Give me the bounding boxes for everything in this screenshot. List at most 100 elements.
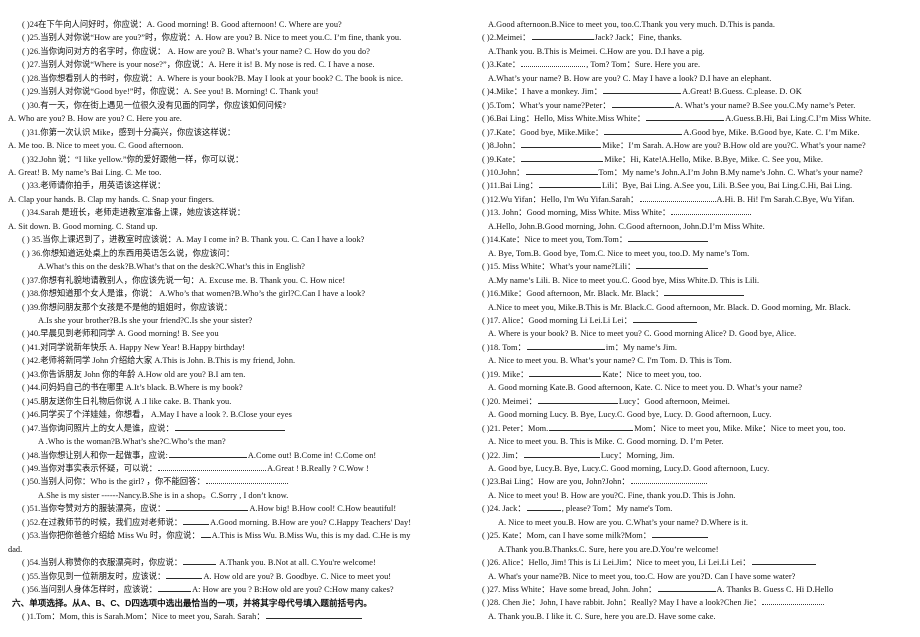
question-line[interactable]: ( )54.当别人称赞你的衣服漂亮时，你应说： A.Thank you. B.N… bbox=[8, 556, 460, 569]
question-line[interactable]: ( )49.当你对事实表示怀疑，可以说： A.Great ! B.Really ?… bbox=[8, 462, 460, 475]
question-line[interactable]: ( )39.你想问朋友那个女孩是不是他的姐姐时，你应该说： bbox=[8, 301, 460, 314]
question-line[interactable]: ( )21. Peter：Mom. Mom：Nice to meet you, M… bbox=[468, 422, 918, 435]
question-line[interactable]: ( )11.Bai Ling： Lili：Bye, Bai Ling. A.See… bbox=[468, 179, 918, 192]
question-line[interactable]: ( )24在下午向人问好时，你应说：A. Good morning! B. Go… bbox=[8, 18, 460, 31]
answer-blank[interactable] bbox=[549, 423, 634, 431]
question-line[interactable]: ( ) 35.当你上课迟到了，进教室时应该说：A. May I come in?… bbox=[8, 233, 460, 246]
question-line[interactable]: ( )38.你想知道那个女人是谁，你说： A.Who’s that women?… bbox=[8, 287, 460, 300]
question-line[interactable]: ( )27. Miss White：Have some bread, John.… bbox=[468, 583, 918, 596]
question-line[interactable]: ( )6.Bai Ling：Hello, Miss White.Miss Whi… bbox=[468, 112, 918, 125]
answer-blank[interactable] bbox=[604, 127, 683, 135]
question-line[interactable]: ( )42.老师将新同学 John 介绍给大家 A.This is John. … bbox=[8, 354, 460, 367]
answer-blank[interactable] bbox=[639, 195, 716, 202]
question-line[interactable]: ( )15. Miss White：What’s your name?Lili： bbox=[468, 260, 918, 273]
question-line[interactable]: ( )43.你告诉朋友 John 你的年龄 A.How old are you?… bbox=[8, 368, 460, 381]
answer-blank[interactable] bbox=[158, 464, 267, 471]
question-line[interactable]: ( )48.当你想让别人和你一起做事，应说: A.Come out! B.Come… bbox=[8, 449, 460, 462]
question-line[interactable]: ( )3.Kate： , Tom? Tom：Sure. Here you are. bbox=[468, 58, 918, 71]
question-line[interactable]: ( )10.John： Tom：My name’s John.A.I’m John… bbox=[468, 166, 918, 179]
answer-blank[interactable] bbox=[611, 101, 674, 108]
answer-blank[interactable] bbox=[652, 531, 709, 539]
answer-blank[interactable] bbox=[630, 477, 707, 485]
question-line[interactable]: ( )25.当别人对你说“How are you?”时，你应说：A. How a… bbox=[8, 31, 460, 44]
question-line[interactable]: ( )41.对同学说新年快乐 A. Happy New Year! B.Happ… bbox=[8, 341, 460, 354]
question-line[interactable]: ( )24. Jack： , please? Tom：My name's Tom. bbox=[468, 502, 918, 515]
answer-blank[interactable] bbox=[521, 60, 586, 68]
question-line[interactable]: ( ) 36.你想知道远处桌上的东西用英语怎么说，你应该问： bbox=[8, 247, 460, 260]
question-line[interactable]: ( )27.当别人对你说“Where is your nose?”，你应说：A.… bbox=[8, 58, 460, 71]
answer-blank[interactable] bbox=[168, 450, 247, 458]
answer-blank[interactable] bbox=[762, 598, 825, 606]
question-line[interactable]: ( )1.Tom：Mom, this is Sarah.Mom：Nice to … bbox=[8, 610, 460, 623]
answer-blank[interactable] bbox=[646, 114, 725, 122]
question-line[interactable]: ( )14.Kate：Nice to meet you, Tom.Tom： bbox=[468, 233, 918, 246]
question-line[interactable]: ( )4.Mike：I have a monkey. Jim： A.Great! … bbox=[468, 85, 918, 98]
answer-blank[interactable] bbox=[200, 531, 211, 539]
answer-blank[interactable] bbox=[521, 154, 604, 162]
question-line[interactable]: ( )17. Alice：Good morning Li Lei.Li Lei： bbox=[468, 314, 918, 327]
answer-blank[interactable] bbox=[526, 504, 561, 512]
answer-blank[interactable] bbox=[265, 612, 362, 620]
question-line[interactable]: ( )44.问妈妈自己的书在哪里 A.It’s black. B.Where i… bbox=[8, 381, 460, 394]
question-line[interactable]: ( )23.Bai Ling：How are you, John?John： bbox=[468, 475, 918, 488]
answer-blank[interactable] bbox=[523, 450, 600, 458]
question-line[interactable]: ( )19. Mike： Kate：Nice to meet you, too. bbox=[468, 368, 918, 381]
question-line[interactable]: ( )52.在过教师节的时候，我们应对老师说： A.Good morning. B… bbox=[8, 516, 460, 529]
answer-blank[interactable] bbox=[205, 477, 288, 485]
answer-blank[interactable] bbox=[183, 558, 217, 566]
question-line[interactable]: ( )30.有一天，你在街上遇见一位很久没有见面的同学，你应该如何问候? bbox=[8, 99, 460, 112]
question-line[interactable]: ( )7.Kate：Good bye, Mike.Mike： A.Good bye… bbox=[468, 126, 918, 139]
question-line[interactable]: ( )12.Wu Yifan：Hello, I'm Wu Yifan.Sarah… bbox=[468, 193, 918, 206]
question-line[interactable]: ( )20. Meimei： Lucy：Good afternoon, Meime… bbox=[468, 395, 918, 408]
question-line[interactable]: ( )26.当你询问对方的名字时，你应说： A. How are you? B.… bbox=[8, 45, 460, 58]
question-line[interactable]: ( )50.当别人问你：Who is the girl? ，你不能回答： bbox=[8, 475, 460, 488]
answer-blank[interactable] bbox=[636, 262, 709, 270]
answer-blank[interactable] bbox=[166, 571, 203, 579]
question-line[interactable]: ( )18. Tom： im：My name’s Jim. bbox=[468, 341, 918, 354]
answer-blank[interactable] bbox=[603, 87, 682, 95]
question-line[interactable]: ( )31.你第一次认识 Mike，感到十分高兴，你应该这样说： bbox=[8, 126, 460, 139]
answer-blank[interactable] bbox=[537, 396, 618, 404]
question-line[interactable]: ( )40.早晨见到老师和同学 A. Good morning! B. See … bbox=[8, 327, 460, 340]
question-line[interactable]: ( )2.Meimei： Jack? Jack：Fine, thanks. bbox=[468, 31, 918, 44]
question-line[interactable]: ( )32.John 说：“I like yellow.”你的爱好跟他一样，你可… bbox=[8, 153, 460, 166]
answer-blank[interactable] bbox=[166, 504, 249, 512]
question-line[interactable]: ( )53.当你把你爸爸介绍给 Miss Wu 时，你应说： A.This is … bbox=[8, 529, 460, 542]
answer-blank[interactable] bbox=[526, 343, 605, 350]
question-line[interactable]: ( )56.当问别人身体怎样时，应该说： A: How are you ? B:H… bbox=[8, 583, 460, 596]
question-line[interactable]: ( )51.当你夸赞对方的服装漂亮，应说： A.How big! B.How co… bbox=[8, 502, 460, 515]
answer-blank[interactable] bbox=[664, 289, 745, 297]
answer-blank[interactable] bbox=[525, 168, 598, 175]
answer-blank[interactable] bbox=[529, 370, 602, 377]
question-line[interactable]: ( )16.Mike：Good afternoon, Mr. Black. Mr… bbox=[468, 287, 918, 300]
answer-blank[interactable] bbox=[521, 141, 602, 149]
question-line[interactable]: ( )8.John： Mike：I’m Sarah. A.How are you?… bbox=[468, 139, 918, 152]
question-line[interactable]: ( )29.当别人对你说“Good bye!”时，你应说：A. See you!… bbox=[8, 85, 460, 98]
answer-blank[interactable] bbox=[671, 208, 752, 216]
question-line[interactable]: ( )22. Jim： Lucy：Morning, Jim. bbox=[468, 449, 918, 462]
answer-blank[interactable] bbox=[657, 585, 716, 593]
question-line[interactable]: ( )5.Tom：What’s your name?Peter： A. What’… bbox=[468, 99, 918, 112]
question-line[interactable]: ( )45.朋友送你生日礼物后你说 A .I like cake. B. Tha… bbox=[8, 395, 460, 408]
question-line[interactable]: ( )26. Alice：Hello, Jim! This is Li Lei.… bbox=[468, 556, 918, 569]
question-line[interactable]: ( )55.当你见到一位新朋友时，应该说： A. How old are you?… bbox=[8, 570, 460, 583]
question-line[interactable]: ( )47.当你询问照片上的女人是谁，应说： bbox=[8, 422, 460, 435]
question-line[interactable]: ( )13. John：Good morning, Miss White. Mi… bbox=[468, 206, 918, 219]
question-line[interactable]: ( )25. Kate：Mom, can I have some milk?Mo… bbox=[468, 529, 918, 542]
option-line: A. Where is your book? B. Nice to meet y… bbox=[488, 329, 797, 339]
question-line[interactable]: ( )28. Chen Jie：John, I have rabbit. Joh… bbox=[468, 596, 918, 609]
question-line[interactable]: ( )28.当你想看别人的书时，你应说：A. Where is your boo… bbox=[8, 72, 460, 85]
answer-blank[interactable] bbox=[632, 316, 697, 323]
question-line[interactable]: ( )34.Sarah 是班长，老师走进教室准备上课，她应该这样说： bbox=[8, 206, 460, 219]
answer-blank[interactable] bbox=[183, 518, 210, 525]
answer-blank[interactable] bbox=[174, 423, 285, 431]
question-line[interactable]: ( )37.你想有礼貌地请教别人，你应该先说一句：A. Excuse me. B… bbox=[8, 274, 460, 287]
answer-blank[interactable] bbox=[751, 558, 816, 566]
question-line[interactable]: ( )46.同学买了个洋娃娃，你想看， A.May I have a look … bbox=[8, 408, 460, 421]
question-line[interactable]: ( )9.Kate： Mike：Hi, Kate!A.Hello, Mike. B… bbox=[468, 153, 918, 166]
answer-blank[interactable] bbox=[538, 181, 601, 189]
answer-blank[interactable] bbox=[158, 585, 192, 593]
answer-blank[interactable] bbox=[531, 33, 594, 41]
answer-blank[interactable] bbox=[628, 235, 709, 243]
question-line[interactable]: ( )33.老师请你拍手，用英语该这样说： bbox=[8, 179, 460, 192]
